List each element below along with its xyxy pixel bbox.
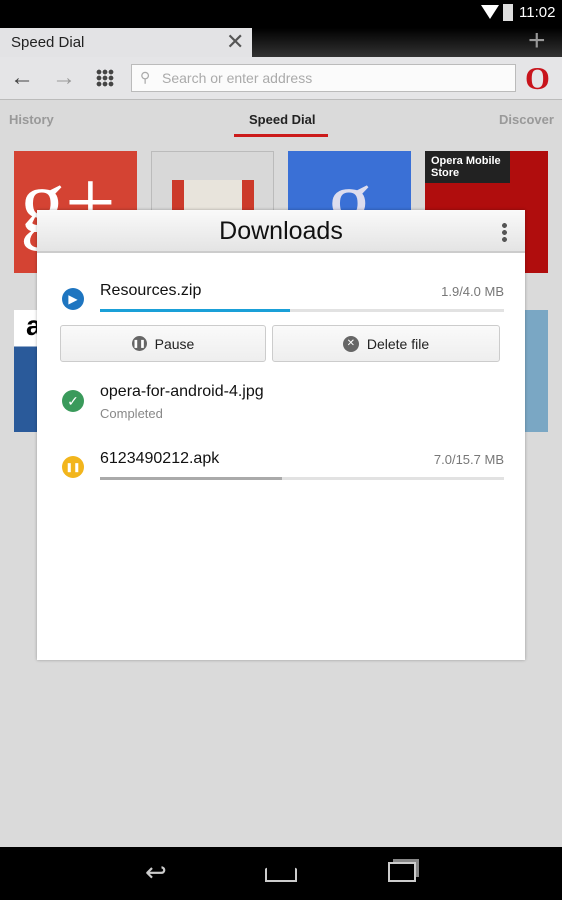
wifi-icon	[481, 5, 499, 19]
paused-icon[interactable]: ❚❚	[62, 456, 84, 478]
delete-file-button[interactable]: ✕ Delete file	[272, 325, 500, 362]
close-icon[interactable]: ✕	[226, 29, 244, 55]
tile-label: Opera Mobile Store	[425, 151, 510, 183]
tab-bar: Speed Dial ✕ +	[0, 24, 562, 57]
sub-navigation: History Speed Dial Discover	[0, 100, 562, 140]
system-nav-bar: ↩	[0, 847, 562, 900]
recents-icon[interactable]	[388, 862, 416, 882]
home-icon[interactable]	[265, 860, 297, 882]
overflow-menu-icon[interactable]	[502, 222, 507, 242]
nav-history[interactable]: History	[9, 112, 54, 127]
address-bar[interactable]: ⚲ Search or enter address	[131, 64, 516, 92]
download-item[interactable]: ▶ Resources.zip 1.9/4.0 MB	[37, 278, 525, 318]
pause-label: Pause	[154, 335, 195, 352]
file-name: 6123490212.apk	[100, 450, 220, 467]
download-item[interactable]: ❚❚ 6123490212.apk 7.0/15.7 MB	[37, 448, 525, 488]
back-nav-icon[interactable]: ↩	[145, 857, 167, 888]
dialog-title: Downloads	[219, 217, 343, 245]
nav-discover[interactable]: Discover	[499, 112, 554, 127]
progress-bar	[100, 309, 504, 312]
forward-icon[interactable]: →	[52, 64, 76, 92]
search-icon: ⚲	[140, 69, 151, 85]
file-name: opera-for-android-4.jpg	[100, 383, 264, 400]
active-indicator	[234, 134, 328, 137]
status-bar: 11:02	[0, 0, 562, 28]
toolbar: ← → ⚲ Search or enter address O	[0, 57, 562, 100]
opera-menu-icon[interactable]: O	[525, 60, 550, 97]
progress-bar	[100, 477, 504, 480]
battery-icon	[503, 4, 513, 21]
file-name: Resources.zip	[100, 282, 202, 299]
downloads-dialog: Downloads ▶ Resources.zip 1.9/4.0 MB ❚❚ …	[37, 210, 525, 660]
new-tab-icon[interactable]: +	[528, 24, 546, 58]
search-placeholder: Search or enter address	[162, 70, 313, 86]
progress-fill	[100, 477, 282, 480]
file-size: 1.9/4.0 MB	[441, 284, 504, 299]
back-icon[interactable]: ←	[10, 64, 34, 92]
pause-icon: ❚❚	[131, 336, 147, 351]
progress-fill	[100, 309, 290, 312]
dialog-header: Downloads	[37, 210, 525, 253]
delete-icon: ✕	[342, 335, 359, 352]
speed-dial-grid-icon[interactable]	[96, 69, 114, 87]
tab-speed-dial[interactable]: Speed Dial ✕	[0, 28, 252, 57]
download-item[interactable]: ✓ opera-for-android-4.jpg Completed	[37, 380, 525, 425]
clock: 11:02	[519, 4, 556, 21]
tab-label: Speed Dial	[11, 34, 85, 51]
delete-label: Delete file	[366, 335, 430, 352]
play-icon[interactable]: ▶	[62, 288, 84, 310]
nav-speed-dial[interactable]: Speed Dial	[249, 112, 315, 127]
download-status: Completed	[100, 406, 163, 421]
pause-button[interactable]: ❚❚ Pause	[60, 325, 266, 362]
completed-check-icon: ✓	[62, 390, 84, 412]
file-size: 7.0/15.7 MB	[433, 452, 504, 467]
